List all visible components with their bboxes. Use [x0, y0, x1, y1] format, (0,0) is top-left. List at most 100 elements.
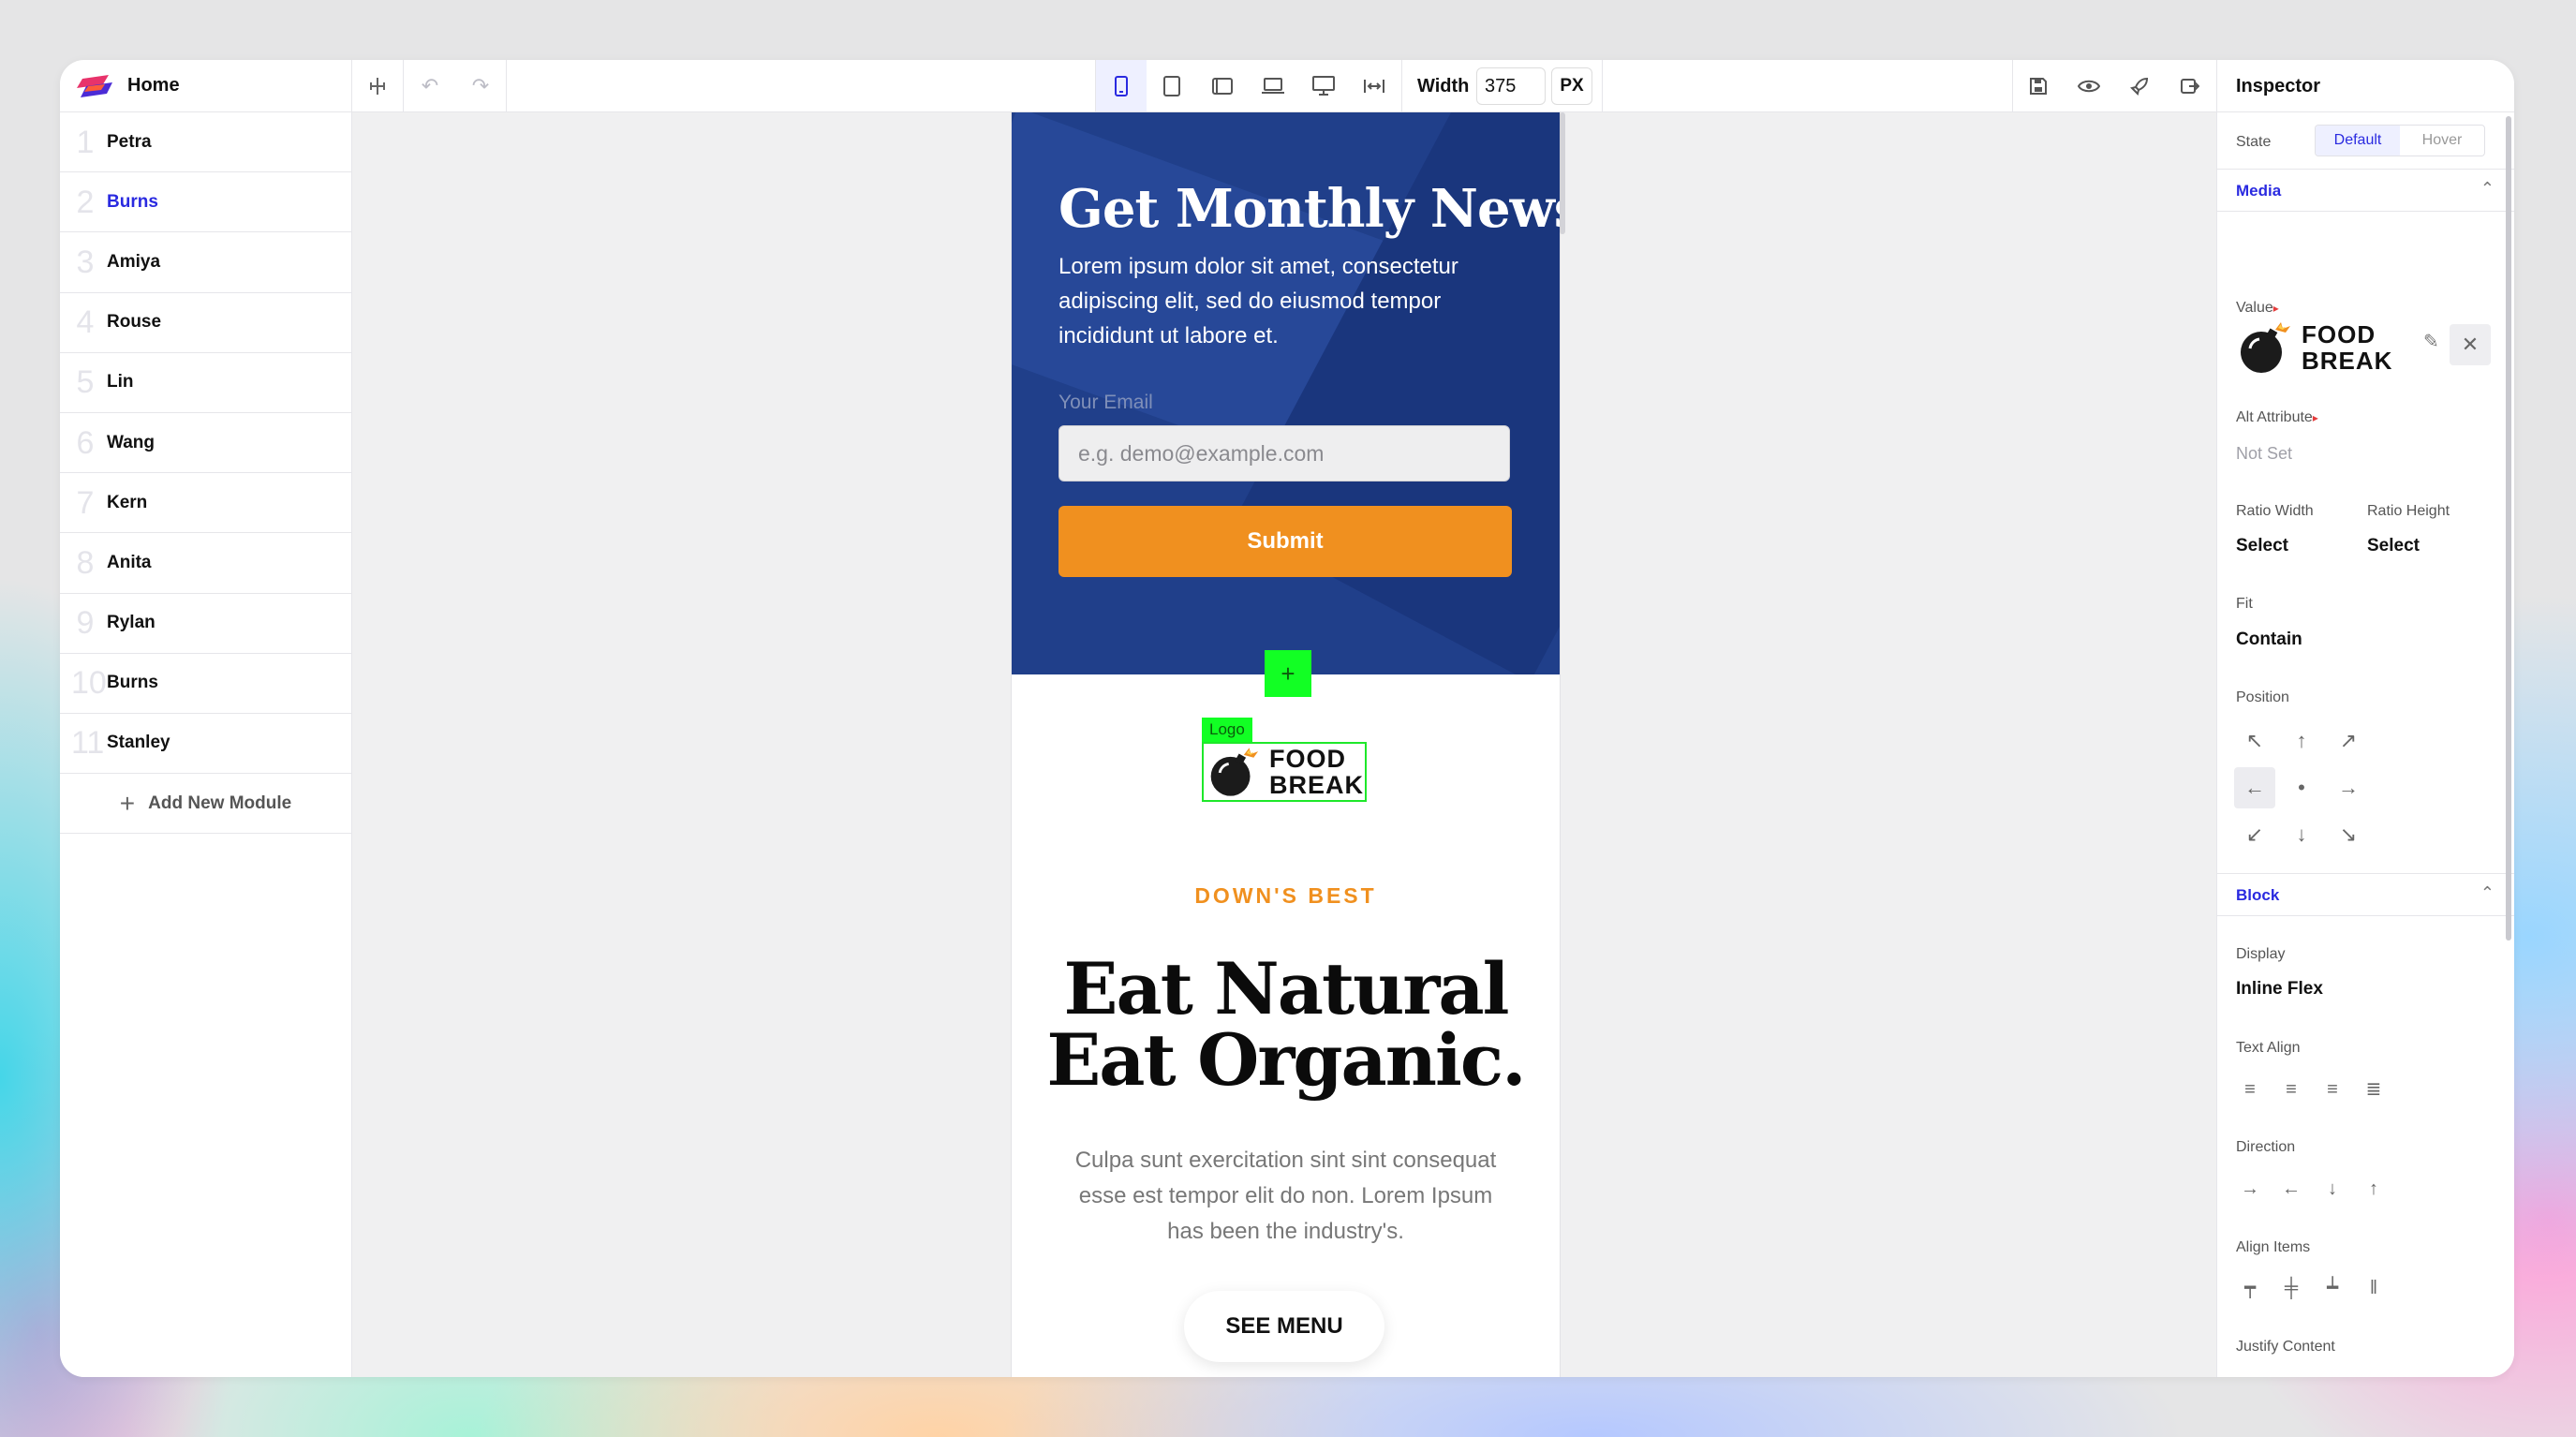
display-select[interactable]: Inline Flex: [2236, 979, 2323, 1000]
exit-icon[interactable]: [2165, 60, 2215, 112]
email-input[interactable]: e.g. demo@example.com: [1059, 425, 1510, 481]
module-number: 2: [76, 184, 95, 220]
publish-rocket-icon[interactable]: [2114, 60, 2165, 112]
align-stretch-icon[interactable]: ‖: [2360, 1274, 2388, 1302]
module-item[interactable]: 10 Burns: [60, 654, 351, 714]
logo-line-1: FOOD: [2302, 320, 2376, 348]
align-right-icon[interactable]: ≡: [2318, 1075, 2347, 1104]
see-menu-button[interactable]: SEE MENU: [1184, 1291, 1384, 1362]
remove-media-close-icon[interactable]: ✕: [2450, 324, 2491, 365]
custom-width-icon[interactable]: [1349, 60, 1399, 112]
newsletter-text[interactable]: Lorem ipsum dolor sit amet, consectetur …: [1059, 249, 1527, 353]
direction-row-reverse-icon[interactable]: ←: [2277, 1175, 2305, 1203]
mobile-preview: Get Monthly News Lorem ipsum dolor sit a…: [1012, 112, 1560, 1377]
align-center-items-icon[interactable]: ╪: [2277, 1274, 2305, 1302]
text-align-label: Text Align: [2236, 1040, 2301, 1056]
position-center-icon[interactable]: •: [2281, 767, 2322, 808]
logo-wordmark: FOOD BREAK: [1269, 746, 1364, 798]
preview-eye-icon[interactable]: [2064, 60, 2114, 112]
module-number: 10: [71, 665, 107, 702]
module-item[interactable]: 8 Anita: [60, 533, 351, 594]
direction-column-icon[interactable]: ↓: [2318, 1175, 2347, 1203]
plus-icon: +: [119, 788, 136, 818]
mobile-view-icon[interactable]: [1096, 60, 1147, 112]
selected-element-tag: Logo: [1202, 718, 1252, 742]
module-number: 4: [76, 304, 95, 341]
email-label: Your Email: [1059, 392, 1153, 413]
position-right-icon[interactable]: →: [2328, 767, 2369, 808]
food-break-logo[interactable]: FOOD BREAK: [1205, 745, 1364, 799]
fit-select[interactable]: Contain: [2236, 630, 2302, 650]
canvas-scrollbar[interactable]: [1560, 112, 1565, 234]
media-value-preview: FOOD BREAK: [2234, 320, 2392, 375]
position-top-right-icon[interactable]: ↗: [2328, 720, 2369, 762]
hero-eyebrow[interactable]: DOWN'S BEST: [1012, 883, 1560, 909]
redo-icon[interactable]: ↷: [455, 60, 506, 112]
undo-icon[interactable]: ↶: [405, 60, 455, 112]
ratio-width-select[interactable]: Select: [2236, 536, 2288, 556]
module-number: 5: [76, 364, 95, 401]
module-item[interactable]: 3 Amiya: [60, 232, 351, 293]
align-left-icon[interactable]: ≡: [2236, 1075, 2264, 1104]
position-top-icon[interactable]: ↑: [2281, 720, 2322, 762]
module-label: Kern: [107, 492, 148, 512]
width-input[interactable]: 375: [1476, 67, 1546, 105]
direction-column-reverse-icon[interactable]: ↑: [2360, 1175, 2388, 1203]
width-unit-select[interactable]: PX: [1551, 67, 1592, 105]
tablet-view-icon[interactable]: [1147, 60, 1197, 112]
align-center-icon[interactable]: ≡: [2277, 1075, 2305, 1104]
chevron-up-icon: ⌃: [2480, 883, 2495, 902]
direction-row-icon[interactable]: →: [2236, 1175, 2264, 1203]
position-bottom-right-icon[interactable]: ↘: [2328, 814, 2369, 855]
align-start-icon[interactable]: ┯: [2236, 1274, 2264, 1302]
position-label: Position: [2236, 689, 2289, 705]
module-item[interactable]: 9 Rylan: [60, 594, 351, 654]
module-item[interactable]: 4 Rouse: [60, 293, 351, 353]
alt-attribute-value[interactable]: Not Set: [2236, 444, 2292, 464]
module-item[interactable]: 5 Lin: [60, 353, 351, 413]
align-end-icon[interactable]: ┷: [2318, 1274, 2347, 1302]
hero-title-line-1: Eat Natural: [1063, 947, 1510, 1030]
edit-pencil-icon[interactable]: ✎: [2423, 330, 2439, 353]
justify-content-label: Justify Content: [2236, 1339, 2335, 1355]
module-item[interactable]: 6 Wang: [60, 413, 351, 474]
state-hover-tab[interactable]: Hover: [2400, 126, 2484, 156]
block-section-header[interactable]: Block ⌃: [2217, 873, 2514, 916]
desktop-view-icon[interactable]: [1298, 60, 1349, 112]
module-label: Wang: [107, 432, 155, 452]
module-number: 6: [76, 424, 95, 461]
ratio-height-select[interactable]: Select: [2367, 536, 2420, 556]
position-top-left-icon[interactable]: ↖: [2234, 720, 2275, 762]
tablet-landscape-icon[interactable]: [1197, 60, 1248, 112]
state-default-tab[interactable]: Default: [2316, 126, 2400, 156]
align-items-options: ┯ ╪ ┷ ‖: [2236, 1274, 2388, 1302]
module-label: Lin: [107, 372, 134, 393]
add-block-button[interactable]: +: [1265, 650, 1311, 697]
position-bottom-left-icon[interactable]: ↙: [2234, 814, 2275, 855]
module-label: Rylan: [107, 613, 155, 633]
submit-button[interactable]: Submit: [1059, 506, 1512, 577]
module-item[interactable]: 11 Stanley: [60, 714, 351, 775]
module-item[interactable]: 7 Kern: [60, 473, 351, 534]
newsletter-section[interactable]: Get Monthly News Lorem ipsum dolor sit a…: [1012, 112, 1560, 674]
app-title: Home: [127, 75, 180, 96]
save-icon[interactable]: [2013, 60, 2064, 112]
hero-title-line-2: Eat Organic.: [1046, 1018, 1526, 1102]
laptop-view-icon[interactable]: [1248, 60, 1298, 112]
module-number: 8: [76, 544, 95, 581]
hero-text[interactable]: Culpa sunt exercitation sint sint conseq…: [1068, 1143, 1503, 1250]
align-justify-icon[interactable]: ≣: [2360, 1075, 2388, 1104]
module-item-selected[interactable]: 2 Burns: [60, 172, 351, 233]
media-section-title: Media: [2236, 182, 2282, 200]
media-section-header[interactable]: Media ⌃: [2217, 169, 2514, 212]
module-item[interactable]: 1 Petra: [60, 112, 351, 173]
display-label: Display: [2236, 946, 2286, 962]
hero-title[interactable]: Eat Natural Eat Organic.: [1012, 954, 1560, 1096]
add-module-button[interactable]: + Add New Module: [60, 774, 351, 835]
newsletter-title[interactable]: Get Monthly News: [1059, 178, 1560, 240]
inspector-scrollbar[interactable]: [2506, 116, 2511, 941]
position-left-icon[interactable]: ←: [2234, 767, 2275, 808]
position-bottom-icon[interactable]: ↓: [2281, 814, 2322, 855]
module-sidebar: 1 Petra 2 Burns 3 Amiya 4 Rouse 5 Lin 6 Wang 7…: [60, 112, 352, 1377]
add-section-icon[interactable]: [352, 60, 403, 112]
